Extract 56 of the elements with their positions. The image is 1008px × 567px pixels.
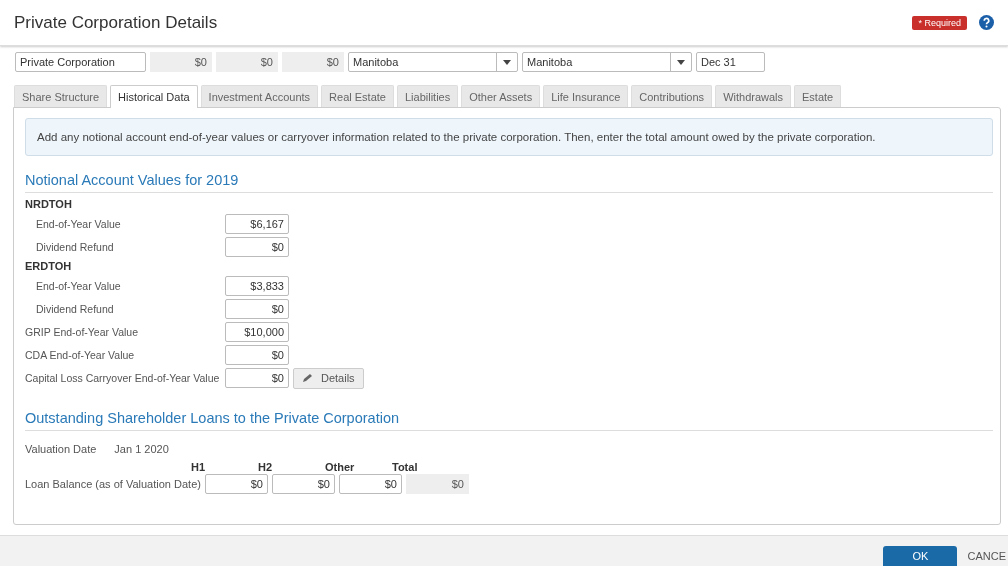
amount-field: $0 — [150, 52, 212, 72]
amount-field[interactable]: $0 — [225, 345, 289, 365]
caret-icon — [503, 59, 511, 65]
field-label: Valuation Date — [25, 443, 97, 455]
field-label: End-of-Year Value — [35, 280, 122, 292]
group-label: ERDTOH — [25, 260, 73, 273]
group-label: NRDTOH — [25, 198, 73, 211]
text-field[interactable]: Dec 31 — [696, 52, 765, 72]
amount-field[interactable]: $0 — [225, 368, 289, 388]
pencil-icon — [302, 373, 314, 383]
column-header: Total — [392, 461, 418, 473]
field-label: End-of-Year Value — [35, 218, 122, 230]
field-label: Dividend Refund — [35, 303, 115, 315]
amount-field[interactable]: $0 — [271, 474, 335, 494]
tab[interactable]: Withdrawals — [715, 85, 792, 107]
field-label: Dividend Refund — [35, 241, 115, 253]
column-header: H2 — [258, 461, 273, 473]
info-message: Add any notional account end-of-year values or carryover information related to the private corporation. Then, enter the total amount owed by the private corporation. — [25, 118, 993, 156]
required-badge: * Required — [912, 15, 967, 30]
tab[interactable]: Estate — [794, 85, 842, 107]
field-label: CDA End-of-Year Value — [25, 349, 136, 361]
amount-field[interactable]: $0 — [338, 474, 402, 494]
amount-field: $0 — [282, 52, 344, 72]
tab[interactable]: Contributions — [631, 85, 713, 107]
ok-button[interactable]: OK — [883, 546, 958, 566]
field-label: Capital Loss Carryover End-of-Year Value — [25, 372, 221, 384]
tab[interactable]: Liabilities — [396, 85, 459, 107]
field-label: Loan Balance (as of Valuation Date) — [25, 478, 201, 490]
amount-field: $0 — [216, 52, 278, 72]
total-amount: $0 — [405, 474, 469, 494]
column-header: H1 — [191, 461, 206, 473]
amount-field[interactable]: $0 — [204, 474, 268, 494]
cancel-button[interactable]: CANCE — [967, 546, 1006, 566]
amount-field[interactable]: $3,833 — [225, 276, 289, 296]
province-dropdown[interactable]: Manitoba — [522, 52, 692, 72]
amount-field[interactable]: $0 — [225, 299, 289, 319]
tab[interactable]: Share Structure — [14, 85, 108, 107]
tab[interactable]: Real Estate — [321, 85, 394, 107]
text-field[interactable]: Private Corporation — [15, 52, 146, 72]
column-header: Other — [325, 461, 355, 473]
tab[interactable]: Investment Accounts — [200, 85, 319, 107]
window-title: Private Corporation Details — [14, 12, 219, 33]
field-label: GRIP End-of-Year Value — [25, 326, 140, 338]
section-heading: Notional Account Values for 2019 — [25, 172, 993, 193]
amount-field[interactable]: $6,167 — [225, 214, 289, 234]
tab[interactable]: Historical Data — [110, 85, 198, 108]
help-icon[interactable] — [979, 15, 994, 30]
tab[interactable]: Life Insurance — [543, 85, 629, 107]
province-dropdown[interactable]: Manitoba — [348, 52, 518, 72]
valuation-date: Jan 1 2020 — [114, 443, 169, 455]
details-button[interactable]: Details — [293, 367, 364, 389]
caret-icon — [677, 59, 685, 65]
section-heading: Outstanding Shareholder Loans to the Private Corporation — [25, 410, 993, 431]
tab[interactable]: Other Assets — [461, 85, 541, 107]
amount-field[interactable]: $0 — [225, 237, 289, 257]
amount-field[interactable]: $10,000 — [225, 322, 289, 342]
